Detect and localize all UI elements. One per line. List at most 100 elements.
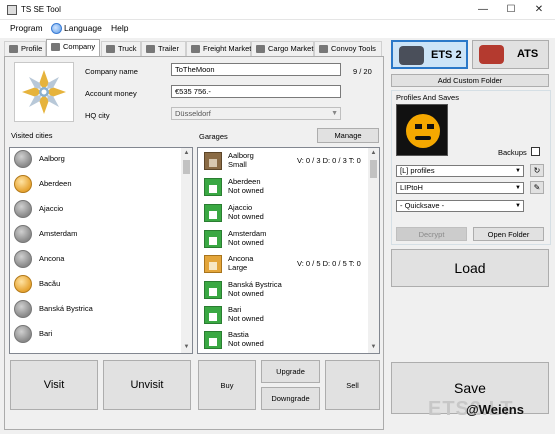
city-status-icon xyxy=(14,300,32,318)
load-button[interactable]: Load xyxy=(391,249,549,287)
company-name-counter: 9 / 20 xyxy=(353,67,372,76)
tab-trailer[interactable]: Trailer xyxy=(141,41,186,56)
trailer-icon xyxy=(146,45,155,53)
add-custom-folder-button[interactable]: Add Custom Folder xyxy=(391,74,549,87)
menu-bar: Program Language Help xyxy=(0,20,555,38)
chevron-down-icon: ▼ xyxy=(515,203,521,209)
ets2-truck-icon xyxy=(399,46,424,65)
company-logo[interactable] xyxy=(14,62,74,122)
chevron-down-icon: ▼ xyxy=(515,185,521,191)
backups-checkbox[interactable] xyxy=(531,147,540,156)
manage-garages-button[interactable]: Manage xyxy=(317,128,379,143)
city-status-icon xyxy=(14,150,32,168)
scroll-up-icon[interactable]: ▲ xyxy=(181,148,192,159)
garage-not-owned-icon xyxy=(204,306,222,324)
company-icon xyxy=(51,43,60,51)
freight-icon xyxy=(191,45,200,53)
list-item[interactable]: Aberdeen Not owned xyxy=(201,176,376,200)
list-item[interactable]: Aalborg Small V: 0 / 3 D: 0 / 3 T: 0 xyxy=(201,150,376,174)
visited-cities-label: Visited cities xyxy=(11,131,53,140)
menu-language[interactable]: Language xyxy=(64,23,102,33)
chevron-down-icon: ▼ xyxy=(331,110,338,117)
city-status-icon xyxy=(14,225,32,243)
scroll-down-icon[interactable]: ▼ xyxy=(368,342,379,353)
minimize-button[interactable]: — xyxy=(469,0,497,20)
garage-not-owned-icon xyxy=(204,204,222,222)
ets2-game-button[interactable]: ETS 2 xyxy=(391,40,468,69)
garages-scrollbar[interactable]: ▲ ▼ xyxy=(368,148,379,353)
profiles-and-saves-label: Profiles And Saves xyxy=(396,93,459,102)
list-item[interactable]: Amsterdam Not owned xyxy=(201,228,376,252)
upgrade-garage-button[interactable]: Upgrade xyxy=(261,360,320,383)
scroll-up-icon[interactable]: ▲ xyxy=(368,148,379,159)
avatar-face-icon xyxy=(406,114,440,148)
company-name-input[interactable]: ToTheMoon xyxy=(171,63,341,76)
profile-icon xyxy=(9,45,18,53)
list-item[interactable]: Ajaccio Not owned xyxy=(201,202,376,226)
garage-not-owned-icon xyxy=(204,178,222,196)
garages-label: Garages xyxy=(199,132,228,141)
edit-icon[interactable]: ✎ xyxy=(530,181,544,194)
garage-not-owned-icon xyxy=(204,281,222,299)
globe-icon xyxy=(51,23,62,34)
tab-company[interactable]: Company xyxy=(46,39,100,56)
sell-garage-button[interactable]: Sell xyxy=(325,360,380,410)
tab-convoy-tools[interactable]: Convoy Tools xyxy=(314,41,382,56)
unvisit-button[interactable]: Unvisit xyxy=(103,360,191,410)
menu-help[interactable]: Help xyxy=(111,23,128,33)
tab-truck[interactable]: Truck xyxy=(101,41,141,56)
maximize-button[interactable]: ☐ xyxy=(497,0,525,20)
tab-freight-market[interactable]: Freight Market xyxy=(186,41,251,56)
garage-small-icon xyxy=(204,152,222,170)
account-money-label: Account money xyxy=(85,89,137,98)
list-item[interactable]: Ancona Large V: 0 / 5 D: 0 / 5 T: 0 xyxy=(201,253,376,277)
open-folder-button[interactable]: Open Folder xyxy=(473,227,544,241)
garage-not-owned-icon xyxy=(204,331,222,349)
window-title: TS SE Tool xyxy=(21,5,61,14)
list-item[interactable]: Bastia Not owned xyxy=(201,329,376,353)
profile-select[interactable]: LIPtoH ▼ xyxy=(396,182,524,194)
tab-profile[interactable]: Profile xyxy=(4,41,46,56)
profile-avatar xyxy=(396,104,448,156)
cities-scrollbar[interactable]: ▲ ▼ xyxy=(181,148,192,353)
save-select[interactable]: - Quicksave - ▼ xyxy=(396,200,524,212)
city-status-icon xyxy=(14,325,32,343)
menu-program[interactable]: Program xyxy=(10,23,43,33)
close-button[interactable]: ✕ xyxy=(525,0,553,20)
truck-icon xyxy=(106,45,115,53)
visit-button[interactable]: Visit xyxy=(10,360,98,410)
garages-list[interactable]: Aalborg Small V: 0 / 3 D: 0 / 3 T: 0 Aberd… xyxy=(197,147,380,354)
hq-city-label: HQ city xyxy=(85,111,110,120)
city-status-icon xyxy=(14,200,32,218)
account-money-input[interactable]: €535 756.- xyxy=(171,85,341,98)
tab-strip: Profile Company Truck Trailer Freight Ma… xyxy=(4,39,384,56)
buy-garage-button[interactable]: Buy xyxy=(198,360,256,410)
convoy-icon xyxy=(319,45,328,53)
city-visited-icon xyxy=(14,275,32,293)
ats-truck-icon xyxy=(479,45,504,64)
scroll-thumb[interactable] xyxy=(183,160,190,174)
decrypt-button[interactable]: Decrypt xyxy=(396,227,467,241)
downgrade-garage-button[interactable]: Downgrade xyxy=(261,387,320,410)
scroll-down-icon[interactable]: ▼ xyxy=(181,342,192,353)
tab-cargo-market[interactable]: Cargo Market xyxy=(251,41,314,56)
refresh-icon[interactable]: ↻ xyxy=(530,164,544,177)
chevron-down-icon: ▼ xyxy=(515,168,521,174)
city-status-icon xyxy=(14,250,32,268)
backups-label: Backups xyxy=(498,148,527,157)
list-item[interactable]: Banská Bystrica Not owned xyxy=(201,279,376,303)
hq-city-select[interactable]: Düsseldorf ▼ xyxy=(171,107,341,120)
list-item[interactable]: Bari Not owned xyxy=(201,304,376,328)
garage-large-icon xyxy=(204,255,222,273)
cargo-icon xyxy=(256,45,265,53)
company-name-label: Company name xyxy=(85,67,138,76)
scroll-thumb[interactable] xyxy=(370,160,377,178)
garage-not-owned-icon xyxy=(204,230,222,248)
watermark-user: @Weiens xyxy=(466,402,524,417)
city-visited-icon xyxy=(14,175,32,193)
profiles-folder-select[interactable]: [L] profiles ▼ xyxy=(396,165,524,177)
hq-city-value: Düsseldorf xyxy=(175,109,211,118)
app-icon xyxy=(7,5,17,15)
ats-game-button[interactable]: ATS xyxy=(472,40,549,69)
visited-cities-list[interactable]: Aalborg Aberdeen Ajaccio Amsterdam Ancon… xyxy=(9,147,193,354)
